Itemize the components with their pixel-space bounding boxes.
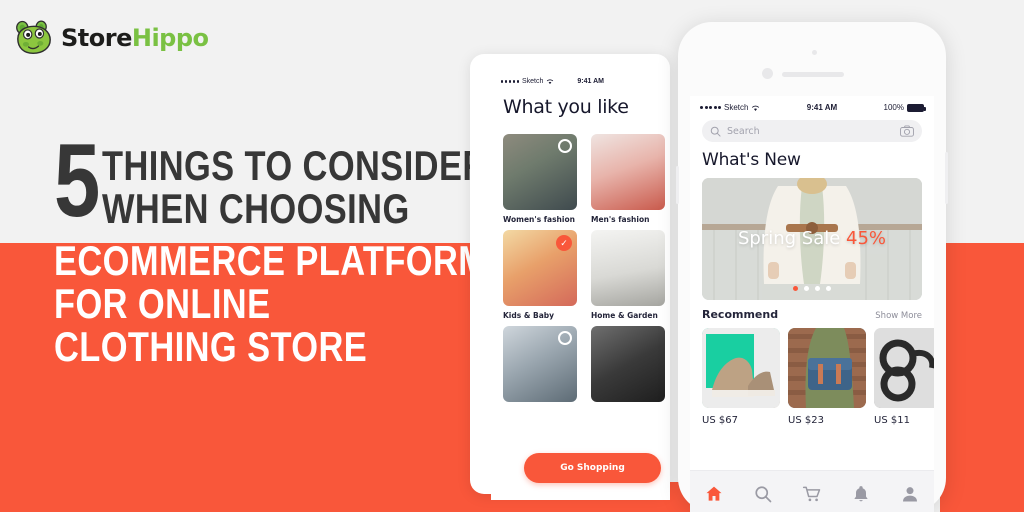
headline-number: 5 bbox=[54, 123, 101, 239]
front-camera-icon bbox=[762, 68, 773, 79]
wifi-icon bbox=[547, 79, 554, 85]
home-icon[interactable] bbox=[704, 484, 724, 504]
wifi-icon bbox=[752, 105, 760, 111]
headline-block: 5 THINGS TO CONSIDER WHEN CHOOSING ECOMM… bbox=[54, 123, 488, 370]
earpiece-speaker bbox=[782, 72, 844, 77]
phone-right-page-title: What's New bbox=[702, 150, 801, 170]
brand-name-part1: Store bbox=[61, 24, 132, 52]
orange-band-right bbox=[940, 243, 1024, 512]
category-card[interactable]: ✓ Kids & Baby bbox=[503, 230, 577, 320]
headline-line-2: WHEN CHOOSING bbox=[101, 184, 410, 232]
category-photo bbox=[503, 134, 577, 210]
phone-mockup-left: Sketch 9:41 AM What you like Women's fas… bbox=[470, 54, 670, 500]
recommend-title: Recommend bbox=[702, 308, 779, 321]
search-icon[interactable] bbox=[753, 484, 773, 504]
selection-circle-icon[interactable] bbox=[558, 331, 572, 345]
category-grid: Women's fashion Men's fashion ✓ Kids & B… bbox=[503, 134, 670, 402]
power-button[interactable] bbox=[945, 152, 948, 204]
go-shopping-button[interactable]: Go Shopping bbox=[524, 453, 661, 483]
bottom-tab-bar bbox=[690, 470, 934, 512]
search-placeholder: Search bbox=[727, 125, 760, 137]
product-price: US $67 bbox=[702, 415, 738, 426]
status-carrier-group: Sketch bbox=[700, 103, 760, 112]
carousel-dots[interactable] bbox=[702, 286, 922, 291]
product-card[interactable]: US $11 bbox=[874, 328, 934, 426]
status-time-right: 9:41 AM bbox=[806, 103, 838, 112]
hero-banner[interactable]: Spring Sale 45% bbox=[702, 178, 922, 300]
headline-line-1: THINGS TO CONSIDER bbox=[101, 142, 488, 189]
hero-discount: 45% bbox=[846, 228, 887, 249]
profile-icon[interactable] bbox=[900, 484, 920, 504]
product-card[interactable]: US $67 bbox=[702, 328, 780, 426]
headline-line-4: FOR ONLINE bbox=[54, 279, 271, 327]
headline-row-top: 5 THINGS TO CONSIDER WHEN CHOOSING bbox=[54, 123, 487, 239]
category-label: Men's fashion bbox=[591, 215, 650, 224]
phone-mockup-right: Sketch 9:41 AM 100% Search What's New Sp… bbox=[676, 22, 948, 512]
headline-line-3: ECOMMERCE PLATFORM bbox=[54, 237, 488, 285]
product-card[interactable]: US $23 bbox=[788, 328, 866, 426]
recommend-header: Recommend Show More bbox=[702, 308, 922, 321]
status-bar-left: Sketch 9:41 AM bbox=[501, 78, 661, 85]
product-photo bbox=[788, 328, 866, 408]
status-battery-group: 100% bbox=[883, 103, 926, 112]
hero-caption-text: Spring Sale bbox=[737, 228, 847, 249]
phone-right-screen: Sketch 9:41 AM 100% Search What's New Sp… bbox=[690, 96, 934, 512]
product-photo bbox=[702, 328, 780, 408]
hippo-mascot-icon bbox=[16, 20, 51, 55]
status-carrier-group: Sketch bbox=[501, 78, 554, 85]
brand-logo[interactable]: StoreHippo bbox=[14, 18, 209, 58]
category-card[interactable]: Home & Garden bbox=[591, 230, 665, 320]
category-photo bbox=[591, 230, 665, 306]
show-more-link[interactable]: Show More bbox=[875, 311, 922, 321]
product-price: US $11 bbox=[874, 415, 910, 426]
carousel-dot[interactable] bbox=[804, 286, 809, 291]
product-list: US $67 US $23 US $11 bbox=[702, 328, 934, 426]
product-price: US $23 bbox=[788, 415, 824, 426]
category-label: Women's fashion bbox=[503, 215, 575, 224]
status-bar-right: Sketch 9:41 AM 100% bbox=[700, 103, 926, 112]
battery-full-icon bbox=[907, 103, 926, 112]
brand-name-part2: Hippo bbox=[131, 24, 209, 52]
headline-bottom-lines: ECOMMERCE PLATFORM FOR ONLINE CLOTHING S… bbox=[54, 237, 488, 370]
bell-icon[interactable] bbox=[851, 484, 871, 504]
promo-banner: StoreHippo 5 THINGS TO CONSIDER WHEN CHO… bbox=[0, 0, 1024, 512]
category-photo bbox=[591, 134, 665, 210]
volume-button[interactable] bbox=[676, 166, 679, 204]
carousel-dot[interactable] bbox=[793, 286, 798, 291]
search-input[interactable]: Search bbox=[702, 120, 922, 142]
carousel-dot[interactable] bbox=[826, 286, 831, 291]
category-photo: ✓ bbox=[503, 230, 577, 306]
phone-left-screen: Sketch 9:41 AM What you like Women's fas… bbox=[491, 72, 670, 500]
phone-left-page-title: What you like bbox=[503, 96, 629, 118]
carrier-label: Sketch bbox=[724, 103, 749, 112]
signal-dots-icon bbox=[700, 106, 721, 109]
carousel-dot[interactable] bbox=[815, 286, 820, 291]
category-label: Kids & Baby bbox=[503, 311, 555, 320]
selection-circle-icon[interactable] bbox=[558, 139, 572, 153]
search-icon bbox=[710, 126, 721, 137]
camera-icon[interactable] bbox=[900, 125, 914, 137]
signal-dots-icon bbox=[501, 80, 519, 83]
bag-photo bbox=[788, 328, 866, 408]
shoes-photo bbox=[702, 328, 780, 408]
brand-wordmark: StoreHippo bbox=[61, 26, 209, 50]
category-card[interactable] bbox=[591, 326, 665, 402]
category-card[interactable]: Men's fashion bbox=[591, 134, 665, 224]
category-photo bbox=[503, 326, 577, 402]
category-label: Home & Garden bbox=[591, 311, 658, 320]
cart-icon[interactable] bbox=[802, 484, 822, 504]
category-card[interactable]: Women's fashion bbox=[503, 134, 577, 224]
proximity-sensor bbox=[812, 50, 817, 55]
category-card[interactable] bbox=[503, 326, 577, 402]
sunglasses-photo bbox=[874, 328, 934, 408]
hero-caption: Spring Sale 45% bbox=[702, 228, 922, 249]
selected-check-icon[interactable]: ✓ bbox=[556, 235, 572, 251]
category-photo bbox=[591, 326, 665, 402]
carrier-label: Sketch bbox=[521, 78, 544, 85]
battery-percent-label: 100% bbox=[883, 103, 904, 112]
status-time-left: 9:41 AM bbox=[577, 78, 604, 85]
headline-line-5: CLOTHING STORE bbox=[54, 322, 368, 370]
product-photo bbox=[874, 328, 934, 408]
